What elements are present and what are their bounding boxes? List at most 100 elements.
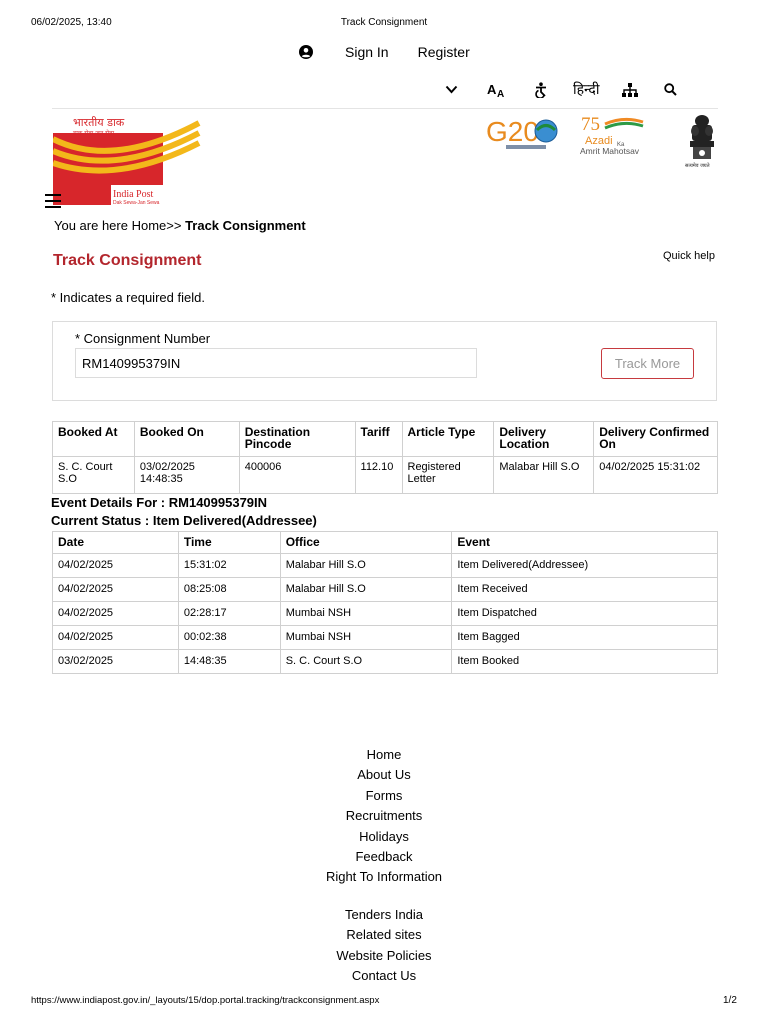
col-header: Event bbox=[451, 531, 718, 554]
quick-help-link[interactable]: Quick help bbox=[663, 250, 715, 262]
font-size-icon[interactable]: AA bbox=[485, 82, 509, 98]
footer-link-rti[interactable]: Right To Information bbox=[0, 867, 768, 887]
svg-text:Dak Sewa-Jan Sewa: Dak Sewa-Jan Sewa bbox=[113, 200, 160, 206]
footer-link-website-policies[interactable]: Website Policies bbox=[0, 946, 768, 966]
table-cell: 14:48:35 bbox=[177, 649, 281, 674]
register-link[interactable]: Register bbox=[418, 44, 470, 60]
col-header: Booked On bbox=[133, 421, 240, 457]
svg-text:सत्यमेव जयते: सत्यमेव जयते bbox=[685, 162, 710, 169]
col-header: Tariff bbox=[354, 421, 403, 457]
table-cell: 04/02/2025 bbox=[52, 625, 179, 650]
hindi-language-link[interactable]: हिन्दी bbox=[573, 80, 599, 99]
table-cell: 04/02/2025 bbox=[52, 577, 179, 602]
svg-text:75: 75 bbox=[581, 114, 600, 135]
footer-link-recruitments[interactable]: Recruitments bbox=[0, 806, 768, 826]
table-cell: 03/02/2025 bbox=[52, 649, 179, 674]
print-url: https://www.indiapost.gov.in/_layouts/15… bbox=[31, 995, 380, 1006]
footer-link-holidays[interactable]: Holidays bbox=[0, 827, 768, 847]
national-emblem-logo: सत्यमेव जयते bbox=[685, 115, 714, 169]
table-cell: 08:25:08 bbox=[177, 577, 281, 602]
current-status: Current Status : Item Delivered(Addresse… bbox=[51, 513, 317, 528]
table-row: S. C. Court S.O 03/02/2025 14:48:35 4000… bbox=[52, 456, 718, 494]
table-cell: Item Booked bbox=[451, 649, 718, 674]
col-header: Office bbox=[279, 531, 453, 554]
footer-link-related-sites[interactable]: Related sites bbox=[0, 925, 768, 945]
table-cell: Item Bagged bbox=[451, 625, 718, 650]
table-cell: S. C. Court S.O bbox=[52, 456, 135, 494]
event-details-table: Date Time Office Event 04/02/2025 15:31:… bbox=[52, 531, 718, 674]
table-cell: 04/02/2025 bbox=[52, 601, 179, 626]
col-header: Time bbox=[177, 531, 281, 554]
table-header-row: Booked At Booked On Destination Pincode … bbox=[52, 421, 718, 457]
accessibility-toolbar: AA हिन्दी bbox=[441, 80, 679, 99]
footer-link-about-us[interactable]: About Us bbox=[0, 765, 768, 785]
svg-text:डाक सेवा-जन सेवा: डाक सेवा-जन सेवा bbox=[72, 129, 114, 137]
table-cell: 00:02:38 bbox=[177, 625, 281, 650]
col-header: Booked At bbox=[52, 421, 135, 457]
footer-link-contact-us[interactable]: Contact Us bbox=[0, 966, 768, 986]
svg-text:A: A bbox=[487, 82, 497, 97]
svg-text:India Post: India Post bbox=[113, 189, 154, 200]
table-row: 03/02/2025 14:48:35 S. C. Court S.O Item… bbox=[52, 649, 718, 674]
breadcrumb: You are here Home>> Track Consignment bbox=[54, 218, 306, 233]
table-cell: 400006 bbox=[238, 456, 356, 494]
col-header: Delivery Confirmed On bbox=[593, 421, 718, 457]
table-cell: Item Delivered(Addressee) bbox=[451, 553, 718, 578]
page-title: Track Consignment bbox=[53, 252, 202, 269]
table-row: 04/02/2025 08:25:08 Malabar Hill S.O Ite… bbox=[52, 577, 718, 602]
col-header: Article Type bbox=[401, 421, 495, 457]
table-row: 04/02/2025 02:28:17 Mumbai NSH Item Disp… bbox=[52, 601, 718, 626]
table-cell: 15:31:02 bbox=[177, 553, 281, 578]
g20-logo: G20 bbox=[486, 116, 558, 149]
footer-link-forms[interactable]: Forms bbox=[0, 786, 768, 806]
footer-spacer bbox=[0, 888, 768, 905]
footer-link-home[interactable]: Home bbox=[0, 745, 768, 765]
table-cell: Mumbai NSH bbox=[279, 601, 453, 626]
breadcrumb-prefix: You are here Home>> bbox=[54, 218, 186, 233]
svg-text:भारतीय डाक: भारतीय डाक bbox=[73, 116, 125, 129]
table-cell: 112.10 bbox=[354, 456, 403, 494]
svg-text:Amrit Mahotsav: Amrit Mahotsav bbox=[580, 146, 640, 156]
print-title: Track Consignment bbox=[340, 17, 428, 28]
table-cell: 04/02/2025 bbox=[52, 553, 179, 578]
table-cell: Malabar Hill S.O bbox=[493, 456, 595, 494]
consignment-number-input[interactable] bbox=[75, 348, 477, 378]
table-row: 04/02/2025 15:31:02 Malabar Hill S.O Ite… bbox=[52, 553, 718, 578]
svg-text:A: A bbox=[497, 89, 504, 98]
col-header: Destination Pincode bbox=[238, 421, 356, 457]
footer-link-tenders-india[interactable]: Tenders India bbox=[0, 905, 768, 925]
event-details-heading: Event Details For : RM140995379IN bbox=[51, 495, 268, 510]
svg-text:G20: G20 bbox=[486, 116, 539, 147]
search-icon[interactable] bbox=[661, 83, 679, 96]
track-more-button[interactable]: Track More bbox=[601, 348, 694, 379]
footer-link-feedback[interactable]: Feedback bbox=[0, 847, 768, 867]
user-icon bbox=[299, 45, 313, 59]
table-cell: 02:28:17 bbox=[177, 601, 281, 626]
sign-in-link[interactable]: Sign In bbox=[345, 44, 389, 60]
breadcrumb-current: Track Consignment bbox=[185, 218, 306, 233]
table-cell: 03/02/2025 14:48:35 bbox=[133, 456, 240, 494]
table-cell: S. C. Court S.O bbox=[279, 649, 453, 674]
table-cell: Registered Letter bbox=[401, 456, 495, 494]
booking-summary-table: Booked At Booked On Destination Pincode … bbox=[52, 421, 718, 494]
table-cell: Item Dispatched bbox=[451, 601, 718, 626]
table-cell: Mumbai NSH bbox=[279, 625, 453, 650]
india-post-logo[interactable]: भारतीय डाक डाक सेवा-जन सेवा India Post D… bbox=[53, 113, 201, 207]
table-cell: Malabar Hill S.O bbox=[279, 553, 453, 578]
required-field-note: * Indicates a required field. bbox=[51, 290, 205, 305]
account-links: Sign In Register bbox=[299, 44, 470, 60]
table-cell: 04/02/2025 15:31:02 bbox=[593, 456, 718, 494]
header-divider bbox=[52, 108, 718, 109]
footer-links: Home About Us Forms Recruitments Holiday… bbox=[0, 745, 768, 986]
table-cell: Item Received bbox=[451, 577, 718, 602]
azadi-ka-amrit-mahotsav-logo: 75 Azadi Ka Amrit Mahotsav bbox=[580, 114, 644, 156]
accessibility-icon[interactable] bbox=[531, 81, 551, 98]
consignment-number-label: * Consignment Number bbox=[75, 331, 211, 346]
table-header-row: Date Time Office Event bbox=[52, 531, 718, 554]
col-header: Delivery Location bbox=[493, 421, 595, 457]
sitemap-icon[interactable] bbox=[621, 82, 639, 97]
table-cell: Malabar Hill S.O bbox=[279, 577, 453, 602]
menu-icon[interactable] bbox=[45, 194, 61, 208]
col-header: Date bbox=[52, 531, 179, 554]
chevron-down-icon[interactable] bbox=[441, 85, 461, 94]
